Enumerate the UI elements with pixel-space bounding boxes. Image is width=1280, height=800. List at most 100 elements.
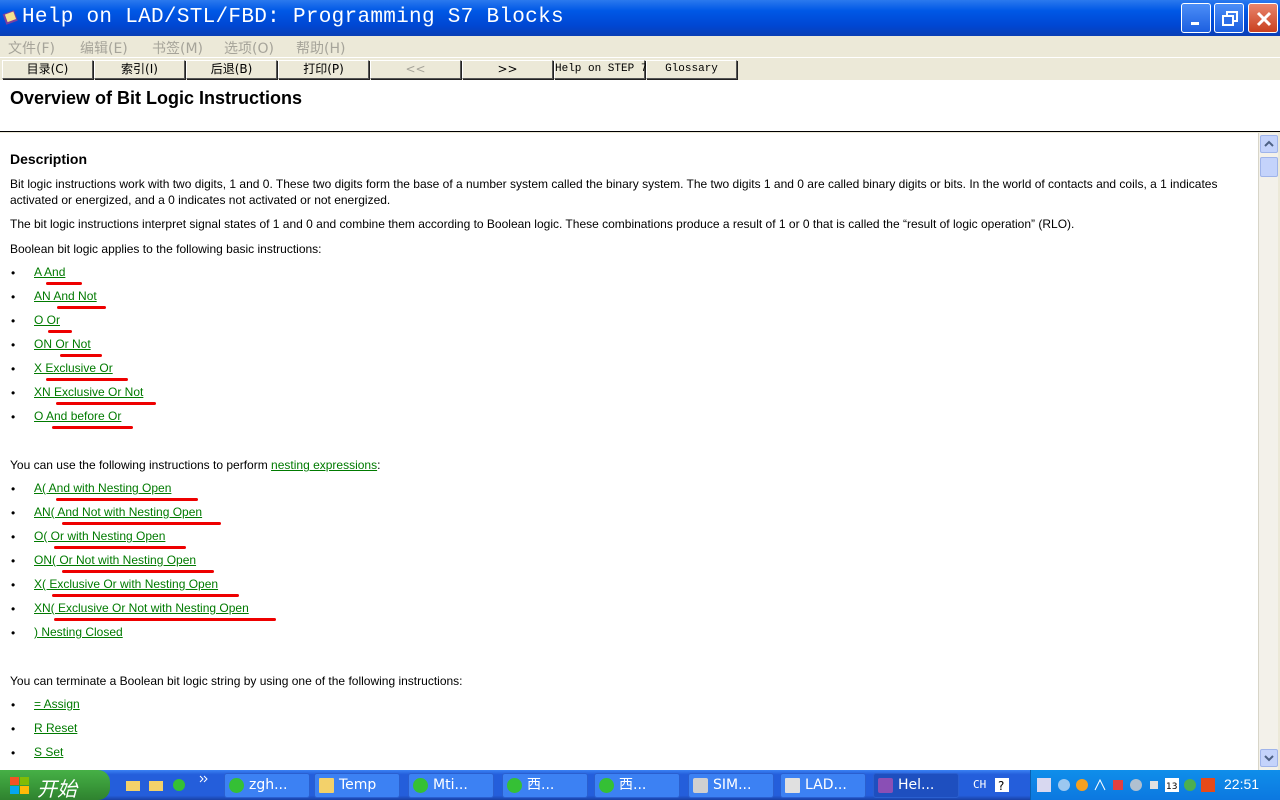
link-and[interactable]: A And <box>34 265 65 279</box>
language-indicator[interactable]: CH <box>973 778 986 791</box>
taskbar-item[interactable]: LAD... <box>780 773 866 798</box>
taskbar-item-active[interactable]: Hel... <box>873 773 959 798</box>
red-underline-annotation <box>52 594 239 597</box>
tray-app-icon[interactable] <box>1129 778 1143 792</box>
link-assign[interactable]: = Assign <box>34 697 80 711</box>
bullet: • <box>11 266 16 280</box>
minimize-icon <box>1191 22 1199 25</box>
help-book-icon <box>878 778 893 793</box>
link-and-not-nesting-open[interactable]: AN( And Not with Nesting Open <box>34 505 202 519</box>
folder-icon[interactable] <box>125 778 141 792</box>
phone-icon[interactable] <box>1147 778 1161 792</box>
svg-text:?: ? <box>998 779 1004 792</box>
start-button[interactable]: 开始 <box>0 770 110 800</box>
taskbar-item[interactable]: 西... <box>502 773 588 798</box>
menu-options[interactable]: 选项(O) <box>224 38 274 58</box>
help-icon[interactable]: ? <box>995 778 1009 792</box>
taskbar-item[interactable]: Mti... <box>408 773 494 798</box>
network-icon[interactable] <box>1093 778 1107 792</box>
red-underline-annotation <box>52 426 133 429</box>
calendar-icon[interactable]: 13 <box>1165 778 1179 792</box>
bullet: • <box>11 314 16 328</box>
help-on-step7-button[interactable]: Help on STEP 7 <box>554 60 647 79</box>
minimize-button[interactable] <box>1181 3 1211 33</box>
paragraph-rlo: The bit logic instructions interpret sig… <box>10 217 1075 231</box>
arrow-up-icon <box>1264 140 1274 147</box>
back-button[interactable]: 后退(B) <box>186 60 277 79</box>
index-button[interactable]: 索引(I) <box>94 60 185 79</box>
print-button[interactable]: 打印(P) <box>278 60 369 79</box>
help-toolbar: 目录(C) 索引(I) 后退(B) 打印(P) << >> Help on ST… <box>0 57 1280 79</box>
chevron-right-icon[interactable] <box>198 774 210 788</box>
taskbar-item[interactable]: Temp <box>314 773 400 798</box>
menu-bookmark[interactable]: 书签(M) <box>152 38 203 58</box>
paragraph-terminate: You can terminate a Boolean bit logic st… <box>10 674 463 688</box>
link-exclusive-or-nesting-open[interactable]: X( Exclusive Or with Nesting Open <box>34 577 218 591</box>
window-title: Help on LAD/STL/FBD: Programming S7 Bloc… <box>22 6 564 29</box>
taskbar-item[interactable]: 西... <box>594 773 680 798</box>
link-exclusive-or-not-nesting-open[interactable]: XN( Exclusive Or Not with Nesting Open <box>34 601 249 615</box>
bullet: • <box>11 746 16 760</box>
link-nesting-expressions[interactable]: nesting expressions <box>271 458 377 472</box>
bullet: • <box>11 578 16 592</box>
title-bar: Help on LAD/STL/FBD: Programming S7 Bloc… <box>0 0 1280 36</box>
qq-icon[interactable] <box>1075 778 1089 792</box>
next-topic-button[interactable]: >> <box>462 60 553 79</box>
bullet: • <box>11 530 16 544</box>
windows-logo-icon <box>10 777 29 794</box>
red-underline-annotation <box>62 522 221 525</box>
menu-file[interactable]: 文件(F) <box>8 38 55 58</box>
scroll-up-button[interactable] <box>1260 135 1278 153</box>
link-nesting-closed[interactable]: ) Nesting Closed <box>34 625 123 639</box>
glossary-button[interactable]: Glossary <box>646 60 737 79</box>
link-and-before-or[interactable]: O And before Or <box>34 409 121 423</box>
taskbar-item[interactable]: zgh... <box>224 773 310 798</box>
security-icon[interactable] <box>1111 778 1125 792</box>
link-exclusive-or-not[interactable]: XN Exclusive Or Not <box>34 385 143 399</box>
link-or-not-nesting-open[interactable]: ON( Or Not with Nesting Open <box>34 553 196 567</box>
link-and-not[interactable]: AN And Not <box>34 289 97 303</box>
link-exclusive-or[interactable]: X Exclusive Or <box>34 361 113 375</box>
tray-app-icon[interactable] <box>1057 778 1071 792</box>
red-underline-annotation <box>46 378 128 381</box>
browser-icon[interactable] <box>171 778 187 792</box>
folder-icon <box>319 778 334 793</box>
tray-app-icon[interactable] <box>1201 778 1215 792</box>
section-heading: Description <box>10 151 88 167</box>
contents-button[interactable]: 目录(C) <box>2 60 93 79</box>
browser-icon <box>229 778 244 793</box>
red-underline-annotation <box>57 306 106 309</box>
ime-icon[interactable] <box>1037 778 1051 792</box>
link-and-nesting-open[interactable]: A( And with Nesting Open <box>34 481 171 495</box>
red-underline-annotation <box>56 402 156 405</box>
link-reset[interactable]: R Reset <box>34 721 77 735</box>
taskbar-item[interactable]: SIM... <box>688 773 774 798</box>
bullet: • <box>11 410 16 424</box>
red-underline-annotation <box>54 618 276 621</box>
menu-help[interactable]: 帮助(H) <box>296 38 345 58</box>
help-book-icon <box>2 10 18 25</box>
link-or-not[interactable]: ON Or Not <box>34 337 91 351</box>
link-set[interactable]: S Set <box>34 745 63 759</box>
bullet: • <box>11 626 16 640</box>
folder-icon[interactable] <box>148 778 164 792</box>
link-or-nesting-open[interactable]: O( Or with Nesting Open <box>34 529 165 543</box>
bullet: • <box>11 338 16 352</box>
link-or[interactable]: O Or <box>34 313 60 327</box>
ladder-editor-icon <box>785 778 800 793</box>
scroll-thumb[interactable] <box>1260 157 1278 177</box>
menu-bar: 文件(F) 编辑(E) 书签(M) 选项(O) 帮助(H) <box>0 36 1280 57</box>
bullet: • <box>11 482 16 496</box>
previous-topic-button[interactable]: << <box>370 60 461 79</box>
simulator-icon <box>693 778 708 793</box>
red-underline-annotation <box>48 330 72 333</box>
red-underline-annotation <box>46 282 82 285</box>
clock[interactable]: 22:51 <box>1224 776 1259 792</box>
vertical-scrollbar[interactable] <box>1258 133 1278 770</box>
maximize-button[interactable] <box>1214 3 1244 33</box>
close-button[interactable] <box>1248 3 1278 33</box>
paragraph-basic: Boolean bit logic applies to the followi… <box>10 242 322 256</box>
tray-app-icon[interactable] <box>1183 778 1197 792</box>
scroll-down-button[interactable] <box>1260 749 1278 767</box>
menu-edit[interactable]: 编辑(E) <box>80 38 128 58</box>
